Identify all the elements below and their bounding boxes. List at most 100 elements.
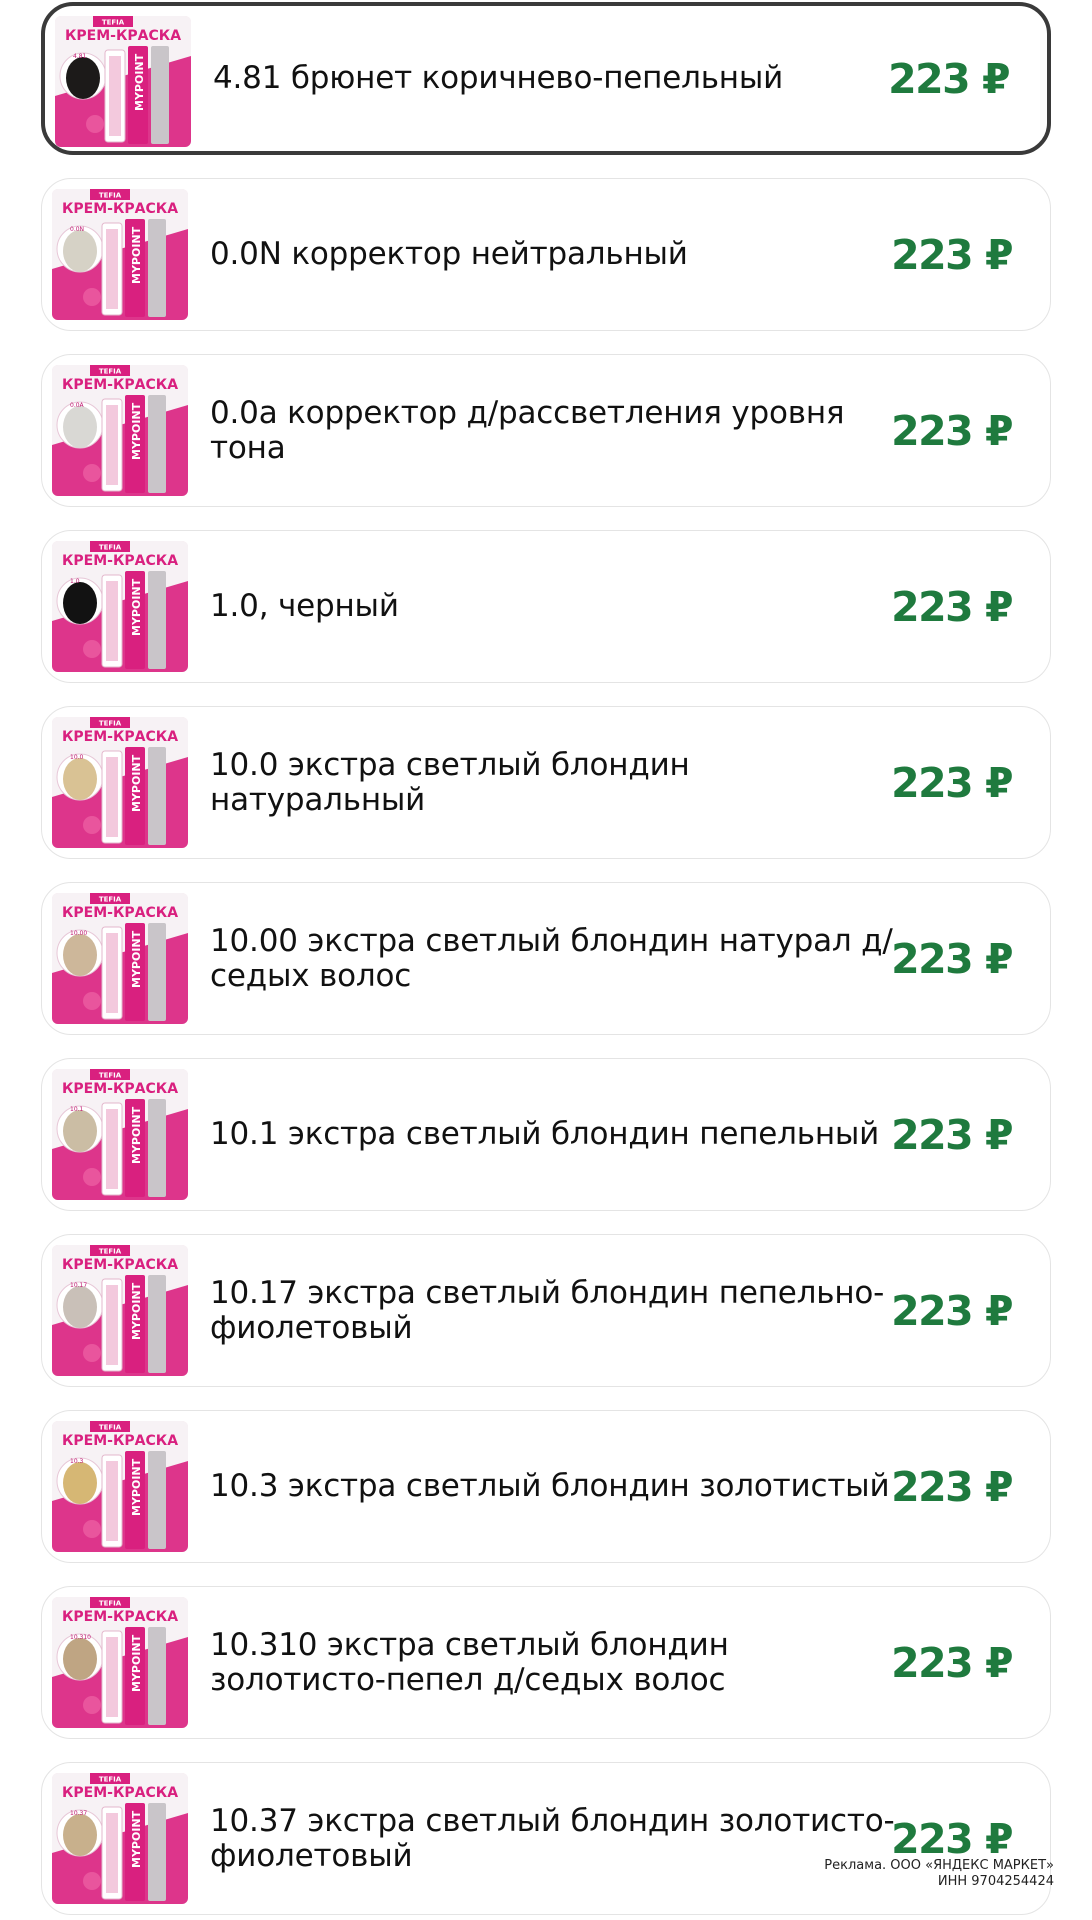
product-price: 223 ₽ (891, 230, 1013, 279)
product-name: 4.81 брюнет коричнево-пепельный (213, 60, 784, 96)
svg-text:TEFIA: TEFIA (99, 1424, 122, 1432)
product-card[interactable]: TEFIA КРЕМ-КРАСКА 10.310 MYPOINT 10.310 экс… (41, 1586, 1051, 1739)
product-thumbnail: TEFIA КРЕМ-КРАСКА 10.1 MYPOINT (52, 1069, 188, 1200)
svg-text:TEFIA: TEFIA (99, 1248, 122, 1256)
svg-text:TEFIA: TEFIA (99, 1776, 122, 1784)
hair-swatch (63, 1462, 97, 1504)
svg-text:КРЕМ-КРАСКА: КРЕМ-КРАСКА (62, 905, 178, 921)
hair-swatch (66, 57, 100, 99)
product-price: 223 ₽ (888, 54, 1010, 103)
svg-text:MYPOINT: MYPOINT (130, 1106, 143, 1164)
svg-text:MYPOINT: MYPOINT (130, 754, 143, 812)
product-thumbnail: TEFIA КРЕМ-КРАСКА 0.0A MYPOINT (52, 365, 188, 496)
product-thumbnail: TEFIA КРЕМ-КРАСКА 10.3 MYPOINT (52, 1421, 188, 1552)
product-name: 10.3 экстра светлый блондин золотистый (210, 1468, 890, 1504)
product-name: 1.0, черный (210, 588, 399, 624)
product-price: 223 ₽ (891, 1814, 1013, 1863)
svg-text:TEFIA: TEFIA (99, 1072, 122, 1080)
svg-text:MYPOINT: MYPOINT (130, 930, 143, 988)
product-price: 223 ₽ (891, 934, 1013, 983)
svg-text:КРЕМ-КРАСКА: КРЕМ-КРАСКА (62, 1785, 178, 1801)
product-thumbnail: TEFIA КРЕМ-КРАСКА 10.37 MYPOINT (52, 1773, 188, 1904)
hair-swatch (63, 230, 97, 272)
product-thumbnail: TEFIA КРЕМ-КРАСКА 4.81 MYPOINT (55, 16, 191, 147)
product-card[interactable]: TEFIA КРЕМ-КРАСКА 10.37 MYPOINT 10.37 экстр… (41, 1762, 1051, 1915)
svg-text:TEFIA: TEFIA (99, 1600, 122, 1608)
svg-text:КРЕМ-КРАСКА: КРЕМ-КРАСКА (62, 1433, 178, 1449)
hair-swatch (63, 1286, 97, 1328)
product-name: 10.0 экстра светлый блондин натуральный (210, 746, 690, 818)
product-thumbnail: TEFIA КРЕМ-КРАСКА 10.0 MYPOINT (52, 717, 188, 848)
product-card[interactable]: TEFIA КРЕМ-КРАСКА 1.0 MYPOINT 1.0, черный 2… (41, 530, 1051, 683)
product-name: 10.37 экстра светлый блондин золотисто-ф… (210, 1802, 895, 1874)
svg-text:КРЕМ-КРАСКА: КРЕМ-КРАСКА (62, 729, 178, 745)
svg-text:MYPOINT: MYPOINT (130, 226, 143, 284)
svg-text:TEFIA: TEFIA (99, 720, 122, 728)
svg-text:MYPOINT: MYPOINT (130, 1282, 143, 1340)
svg-text:TEFIA: TEFIA (99, 544, 122, 552)
product-name: 0.0a корректор д/рассветления уровня тон… (210, 394, 845, 466)
svg-text:TEFIA: TEFIA (99, 192, 122, 200)
hair-swatch (63, 1814, 97, 1856)
ad-disclaimer: Реклама. ООО «ЯНДЕКС МАРКЕТ» ИНН 9704254… (824, 1858, 1054, 1890)
svg-text:10.3: 10.3 (70, 1458, 84, 1465)
hair-swatch (63, 1110, 97, 1152)
product-card[interactable]: TEFIA КРЕМ-КРАСКА 0.0A MYPOINT 0.0a коррект… (41, 354, 1051, 507)
product-card[interactable]: TEFIA КРЕМ-КРАСКА 10.00 MYPOINT 10.00 экстр… (41, 882, 1051, 1035)
product-thumbnail: TEFIA КРЕМ-КРАСКА 10.17 MYPOINT (52, 1245, 188, 1376)
product-card[interactable]: TEFIA КРЕМ-КРАСКА 10.1 MYPOINT 10.1 экстра … (41, 1058, 1051, 1211)
ad-disclaimer-line1: Реклама. ООО «ЯНДЕКС МАРКЕТ» (824, 1858, 1054, 1873)
svg-text:10.17: 10.17 (70, 1282, 87, 1289)
svg-text:4.81: 4.81 (73, 53, 87, 60)
hair-swatch (63, 1638, 97, 1680)
product-thumbnail: TEFIA КРЕМ-КРАСКА 0.0N MYPOINT (52, 189, 188, 320)
product-price: 223 ₽ (891, 1286, 1013, 1335)
product-name: 0.0N корректор нейтральный (210, 236, 688, 272)
svg-text:TEFIA: TEFIA (102, 19, 125, 27)
svg-text:КРЕМ-КРАСКА: КРЕМ-КРАСКА (62, 201, 178, 217)
product-card[interactable]: TEFIA КРЕМ-КРАСКА 10.0 MYPOINT 10.0 экстра … (41, 706, 1051, 859)
svg-text:MYPOINT: MYPOINT (133, 53, 146, 111)
product-price: 223 ₽ (891, 758, 1013, 807)
product-card[interactable]: TEFIA КРЕМ-КРАСКА 10.3 MYPOINT 10.3 экстра … (41, 1410, 1051, 1563)
svg-text:1.0: 1.0 (70, 578, 80, 585)
hair-swatch (63, 934, 97, 976)
svg-text:MYPOINT: MYPOINT (130, 578, 143, 636)
product-card[interactable]: TEFIA КРЕМ-КРАСКА 10.17 MYPOINT 10.17 экстр… (41, 1234, 1051, 1387)
product-price: 223 ₽ (891, 1462, 1013, 1511)
product-name: 10.1 экстра светлый блондин пепельный (210, 1116, 880, 1152)
product-price: 223 ₽ (891, 406, 1013, 455)
svg-text:КРЕМ-КРАСКА: КРЕМ-КРАСКА (62, 1609, 178, 1625)
product-card[interactable]: TEFIA КРЕМ-КРАСКА 4.81 MYPOINT 4.81 брюнет … (41, 2, 1051, 155)
svg-text:КРЕМ-КРАСКА: КРЕМ-КРАСКА (62, 377, 178, 393)
product-name: 10.00 экстра светлый блондин натурал д/ … (210, 922, 893, 994)
svg-text:MYPOINT: MYPOINT (130, 1810, 143, 1868)
product-thumbnail: TEFIA КРЕМ-КРАСКА 10.310 MYPOINT (52, 1597, 188, 1728)
svg-text:10.0: 10.0 (70, 754, 84, 761)
svg-text:MYPOINT: MYPOINT (130, 1634, 143, 1692)
svg-text:КРЕМ-КРАСКА: КРЕМ-КРАСКА (62, 1081, 178, 1097)
svg-text:MYPOINT: MYPOINT (130, 1458, 143, 1516)
product-name: 10.17 экстра светлый блондин пепельно-фи… (210, 1274, 885, 1346)
svg-text:0.0N: 0.0N (70, 226, 84, 233)
product-name: 10.310 экстра светлый блондин золотисто-… (210, 1626, 729, 1698)
product-thumbnail: TEFIA КРЕМ-КРАСКА 10.00 MYPOINT (52, 893, 188, 1024)
svg-text:КРЕМ-КРАСКА: КРЕМ-КРАСКА (62, 1257, 178, 1273)
product-card[interactable]: TEFIA КРЕМ-КРАСКА 0.0N MYPOINT 0.0N коррект… (41, 178, 1051, 331)
svg-text:КРЕМ-КРАСКА: КРЕМ-КРАСКА (62, 553, 178, 569)
svg-text:0.0A: 0.0A (70, 402, 85, 409)
hair-swatch (63, 406, 97, 448)
svg-text:TEFIA: TEFIA (99, 368, 122, 376)
svg-text:MYPOINT: MYPOINT (130, 402, 143, 460)
svg-text:10.310: 10.310 (70, 1634, 91, 1641)
svg-text:10.1: 10.1 (70, 1106, 84, 1113)
hair-swatch (63, 758, 97, 800)
hair-swatch (63, 582, 97, 624)
svg-text:10.37: 10.37 (70, 1810, 87, 1817)
svg-text:10.00: 10.00 (70, 930, 87, 937)
svg-text:TEFIA: TEFIA (99, 896, 122, 904)
ad-disclaimer-line2: ИНН 9704254424 (937, 1874, 1054, 1889)
product-price: 223 ₽ (891, 582, 1013, 631)
product-thumbnail: TEFIA КРЕМ-КРАСКА 1.0 MYPOINT (52, 541, 188, 672)
product-price: 223 ₽ (891, 1110, 1013, 1159)
